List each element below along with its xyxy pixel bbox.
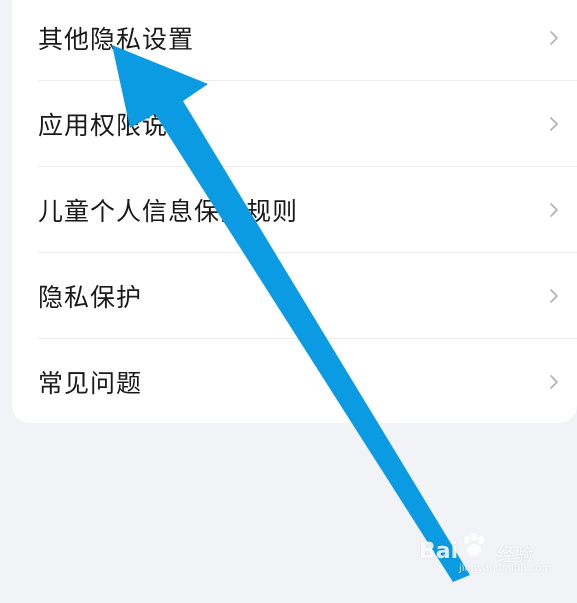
baidu-jingyan-watermark: Bai 经验 jingyan.baidu.com <box>419 531 551 575</box>
menu-item-label: 其他隐私设置 <box>38 25 195 54</box>
menu-item-app-permissions[interactable]: 应用权限说明 <box>12 81 577 167</box>
menu-item-label: 儿童个人信息保护规则 <box>38 197 299 226</box>
chevron-right-icon <box>550 117 558 131</box>
chevron-right-icon <box>550 375 558 389</box>
settings-menu-card: 其他隐私设置 应用权限说明 儿童个人信息保护规则 隐私保护 常见问题 <box>12 0 577 423</box>
watermark-brand: Bai <box>419 539 459 564</box>
menu-item-other-privacy-settings[interactable]: 其他隐私设置 <box>12 0 577 81</box>
menu-item-faq[interactable]: 常见问题 <box>12 339 577 425</box>
chevron-right-icon <box>550 203 558 217</box>
menu-item-label: 隐私保护 <box>38 283 143 312</box>
watermark-url: jingyan.baidu.com <box>459 563 552 574</box>
menu-item-privacy-protection[interactable]: 隐私保护 <box>12 253 577 339</box>
menu-item-label: 应用权限说明 <box>38 111 195 140</box>
menu-item-children-privacy-rules[interactable]: 儿童个人信息保护规则 <box>12 167 577 253</box>
menu-item-label: 常见问题 <box>38 369 143 398</box>
chevron-right-icon <box>550 31 558 45</box>
paw-logo-icon <box>463 533 485 556</box>
chevron-right-icon <box>550 289 558 303</box>
